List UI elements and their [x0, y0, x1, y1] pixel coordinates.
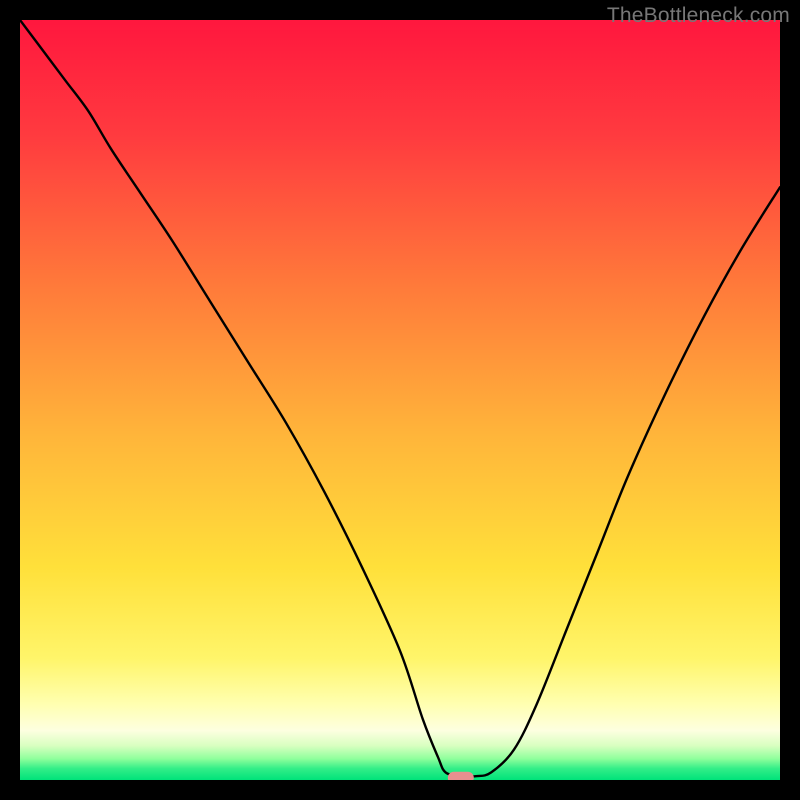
optimum-marker [448, 772, 474, 780]
chart-background [20, 20, 780, 780]
chart-frame: TheBottleneck.com [0, 0, 800, 800]
watermark-label: TheBottleneck.com [607, 4, 790, 28]
bottleneck-chart [20, 20, 780, 780]
